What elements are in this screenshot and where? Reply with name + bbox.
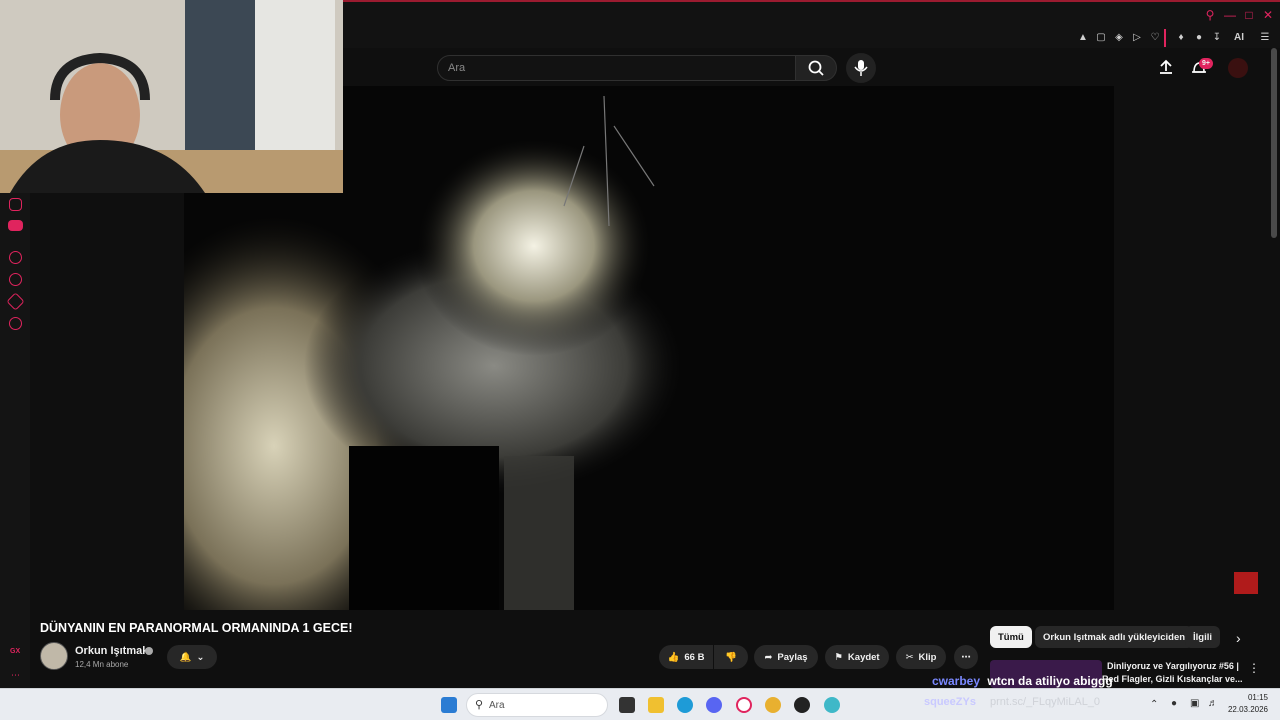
extensions-sidebar-icon[interactable] xyxy=(6,292,25,311)
like-button[interactable]: 👍 66 B xyxy=(659,645,713,669)
play-icon[interactable]: ▷ xyxy=(1130,31,1144,45)
chrome-icon[interactable] xyxy=(765,697,781,713)
chip-related[interactable]: İlgili xyxy=(1185,626,1220,648)
webcam-overlay xyxy=(0,0,343,193)
taskbar-search-input[interactable]: ⚲ Ara xyxy=(466,693,608,717)
video-title: DÜNYANIN EN PARANORMAL ORMANINDA 1 GECE! xyxy=(40,621,353,635)
verified-icon xyxy=(145,647,153,655)
thumbs-down-icon: 👎 xyxy=(725,651,737,663)
more-icon[interactable]: ⋯ xyxy=(11,670,20,681)
search-icon[interactable]: ⚲ xyxy=(1203,8,1217,22)
history-icon[interactable] xyxy=(9,273,22,286)
snapshot-icon[interactable]: ▢ xyxy=(1094,31,1108,45)
bookmark-icon: ⚑ xyxy=(834,651,843,663)
save-button[interactable]: ⚑ Kaydet xyxy=(825,645,889,669)
clip-label: Klip xyxy=(918,651,937,663)
obs-icon[interactable] xyxy=(794,697,810,713)
subscriber-count: 12,4 Mn abone xyxy=(75,660,129,669)
network-icon[interactable]: ▣ xyxy=(1190,698,1199,709)
search-icon: ⚲ xyxy=(475,699,484,711)
close-icon[interactable]: ✕ xyxy=(1261,8,1275,22)
channel-avatar[interactable] xyxy=(40,642,68,670)
notification-badge: 9+ xyxy=(1199,58,1213,69)
share-label: Paylaş xyxy=(777,651,808,663)
clip-button[interactable]: ✂ Klip xyxy=(896,645,946,669)
discord-icon[interactable] xyxy=(8,220,23,231)
thumbs-up-icon: 👍 xyxy=(667,651,680,663)
upload-icon[interactable] xyxy=(1158,59,1174,75)
settings-icon[interactable] xyxy=(9,317,22,330)
subscribe-watermark-icon xyxy=(1234,572,1258,594)
chat-text: wtcn da atiliyo abiggg xyxy=(987,674,1113,688)
chevron-right-icon[interactable]: › xyxy=(1236,630,1241,646)
extensions-icon[interactable]: ♦ xyxy=(1174,31,1188,45)
voice-search-button[interactable] xyxy=(846,53,876,83)
browser-sidebar: GX ⋯ xyxy=(0,192,30,688)
scrollbar-thumb[interactable] xyxy=(1271,48,1277,238)
instagram-icon[interactable] xyxy=(9,198,22,211)
chat-username: cwarbey xyxy=(932,674,981,688)
search-button[interactable] xyxy=(795,55,837,81)
scissors-icon: ✂ xyxy=(905,651,914,663)
gx-icon[interactable]: GX xyxy=(10,648,20,655)
save-label: Kaydet xyxy=(847,651,880,663)
player-icon[interactable] xyxy=(9,251,22,264)
download-icon[interactable]: ↧ xyxy=(1210,31,1224,45)
related-title[interactable]: Dinliyoruz ve Yargılıyoruz #56 | xyxy=(1107,661,1239,671)
search-icon xyxy=(808,60,824,76)
chat-message: cwarbey wtcn da atiliyo abiggg xyxy=(932,674,1113,688)
scrollbar[interactable] xyxy=(1270,48,1278,688)
like-count: 66 B xyxy=(684,651,705,663)
minimize-icon[interactable]: — xyxy=(1223,8,1237,22)
chip-all[interactable]: Tümü xyxy=(990,626,1032,648)
channel-name[interactable]: Orkun Işıtmak xyxy=(75,645,148,657)
task-view-icon[interactable] xyxy=(619,697,635,713)
toolbar-divider xyxy=(1164,29,1166,47)
bell-icon: 🔔 xyxy=(179,651,192,663)
faint-chat-text: prnt.sc/_FLqyMiLAL_0 xyxy=(990,696,1101,708)
maximize-icon[interactable]: □ xyxy=(1242,8,1256,22)
kebab-menu-icon[interactable]: ⋮ xyxy=(1248,661,1260,675)
clock-time[interactable]: 01:15 xyxy=(1240,693,1268,702)
edge-icon[interactable] xyxy=(677,697,693,713)
share-button[interactable]: ➦ Paylaş xyxy=(754,645,818,669)
related-title-line2[interactable]: Red Flagler, Gizli Kıskançlar ve... xyxy=(1102,674,1243,684)
taskbar-search-label: Ara xyxy=(489,700,505,711)
mic-icon[interactable]: ● xyxy=(1171,698,1177,709)
search-input[interactable]: Ara xyxy=(437,55,796,81)
pin-icon[interactable]: ▲ xyxy=(1076,31,1090,45)
app-icon[interactable] xyxy=(824,697,840,713)
dislike-button[interactable]: 👎 xyxy=(714,645,748,669)
more-icon: ⋯ xyxy=(961,651,971,663)
volume-icon[interactable]: ♬ xyxy=(1208,698,1218,709)
heart-icon[interactable]: ♡ xyxy=(1148,31,1162,45)
clock-date[interactable]: 22.03.2026 xyxy=(1226,705,1268,714)
mic-icon xyxy=(854,60,868,76)
chip-uploader[interactable]: Orkun Işıtmak adlı yükleyiciden xyxy=(1035,626,1194,648)
chevron-down-icon: ⌄ xyxy=(196,651,205,663)
chevron-up-icon[interactable]: ⌃ xyxy=(1150,699,1158,710)
menu-icon[interactable]: ☰ xyxy=(1258,31,1272,45)
profile-icon[interactable]: ● xyxy=(1192,31,1206,45)
share-icon: ➦ xyxy=(764,651,773,663)
start-icon[interactable] xyxy=(441,697,457,713)
faint-chat-user: squeeZYs xyxy=(924,696,976,708)
more-actions-button[interactable]: ⋯ xyxy=(954,645,978,669)
file-explorer-icon[interactable] xyxy=(648,697,664,713)
subscribe-bell-button[interactable]: 🔔 ⌄ xyxy=(167,645,217,669)
discord-icon[interactable] xyxy=(706,697,722,713)
ai-icon[interactable]: AI xyxy=(1228,31,1250,45)
shield-icon[interactable]: ◈ xyxy=(1112,31,1126,45)
avatar[interactable] xyxy=(1228,58,1248,78)
windows-taskbar: ⚲ Ara squeeZYs prnt.sc/_FLqyMiLAL_0 ⌃ ● … xyxy=(0,688,1280,720)
tab-accent-line xyxy=(340,0,1280,2)
opera-gx-icon[interactable] xyxy=(736,697,752,713)
